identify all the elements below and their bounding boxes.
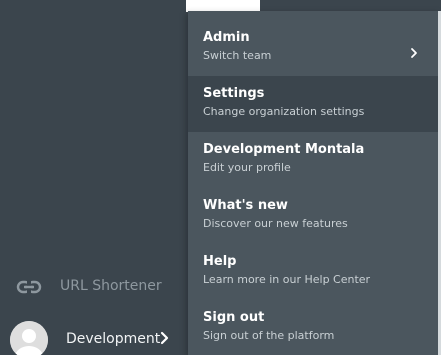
menu-item-help[interactable]: Help Learn more in our Help Center — [188, 244, 438, 300]
menu-item-subtitle: Change organization settings — [203, 105, 365, 118]
sidebar-item-label: URL Shortener — [60, 278, 162, 294]
menu-item-subtitle: Discover our new features — [203, 217, 348, 230]
menu-item-subtitle: Switch team — [203, 49, 272, 62]
menu-item-subtitle: Learn more in our Help Center — [203, 273, 371, 286]
menu-item-title: Development Montala — [203, 142, 365, 157]
menu-item-admin[interactable]: Admin Switch team — [188, 11, 438, 76]
menu-item-title: What's new — [203, 198, 288, 213]
menu-item-whats-new[interactable]: What's new Discover our new features — [188, 188, 438, 244]
menu-item-sign-out[interactable]: Sign out Sign out of the platform — [188, 300, 438, 355]
avatar — [10, 321, 48, 355]
chevron-right-icon — [410, 44, 418, 58]
menu-item-settings[interactable]: Settings Change organization settings — [188, 76, 438, 132]
account-menu: Admin Switch team Settings Change organi… — [188, 11, 441, 355]
link-icon — [16, 277, 42, 297]
menu-item-title: Admin — [203, 30, 250, 45]
menu-item-profile[interactable]: Development Montala Edit your profile — [188, 132, 438, 188]
menu-item-subtitle: Edit your profile — [203, 161, 291, 174]
menu-item-subtitle: Sign out of the platform — [203, 329, 335, 342]
user-name: Development — [66, 331, 161, 347]
menu-item-title: Help — [203, 254, 237, 269]
chevron-right-icon — [159, 329, 171, 347]
sidebar-item-url-shortener[interactable]: URL Shortener — [0, 270, 186, 304]
menu-item-title: Sign out — [203, 310, 265, 325]
menu-item-title: Settings — [203, 86, 265, 101]
user-account-button[interactable]: Development — [0, 318, 186, 355]
